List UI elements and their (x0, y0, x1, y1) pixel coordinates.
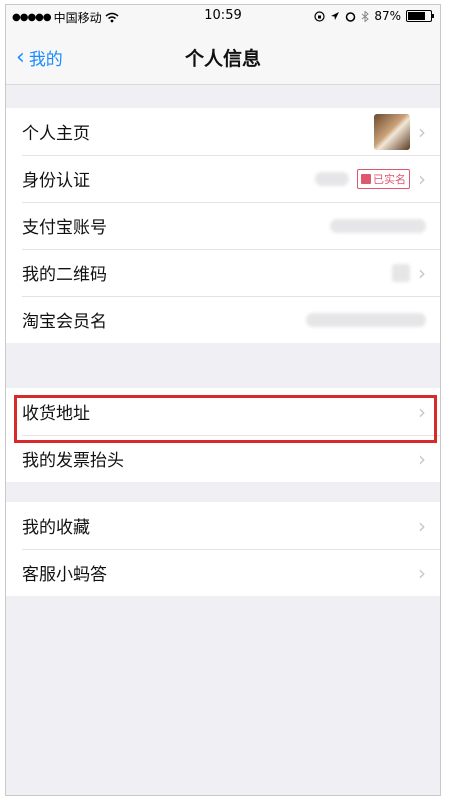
row-label: 我的二维码 (22, 265, 107, 285)
status-right: 87% (314, 9, 434, 23)
chevron-right-icon: › (418, 119, 426, 144)
qr-code-icon (392, 263, 410, 282)
alarm-icon (346, 11, 356, 22)
blurred-value (330, 218, 426, 233)
location-icon (331, 12, 340, 20)
row-label: 支付宝账号 (22, 218, 107, 238)
row-label: 淘宝会员名 (22, 312, 107, 332)
battery-percent: 87% (374, 9, 401, 23)
row-taobao-member-name[interactable]: 淘宝会员名 (6, 296, 440, 343)
lock-rotation-icon (314, 10, 325, 22)
chevron-right-icon: › (418, 446, 426, 471)
row-identity-verification[interactable]: 身份认证 已实名 › (6, 155, 440, 202)
row-personal-homepage[interactable]: 个人主页 › (6, 108, 440, 155)
status-bar: ●●●●● 中国移动 10:59 87% (6, 5, 440, 27)
chevron-right-icon: › (418, 166, 426, 191)
chevron-right-icon: › (418, 260, 426, 285)
chevron-right-icon: › (418, 560, 426, 585)
row-label: 我的收藏 (22, 518, 90, 538)
row-customer-service[interactable]: 客服小蚂答 › (6, 549, 440, 596)
row-label: 个人主页 (22, 124, 90, 144)
highlight-box (14, 395, 437, 443)
blurred-value (315, 171, 349, 186)
profile-group: 个人主页 › 身份认证 已实名 › 支付宝账号 我的二维码 › 淘宝会员名 (6, 108, 440, 343)
row-my-favorites[interactable]: 我的收藏 › (6, 502, 440, 549)
blurred-value (306, 312, 426, 327)
phone-screen: ●●●●● 中国移动 10:59 87% ‹ 我的 个人信息 个人主页 › 身份… (5, 4, 441, 796)
row-alipay-account[interactable]: 支付宝账号 (6, 202, 440, 249)
verified-badge: 已实名 (357, 168, 410, 189)
verified-badge-label: 已实名 (373, 172, 406, 186)
row-label: 客服小蚂答 (22, 565, 107, 585)
verified-icon (361, 173, 371, 184)
navigation-bar: ‹ 我的 个人信息 (6, 27, 440, 85)
row-label: 我的发票抬头 (22, 451, 124, 471)
row-label: 身份认证 (22, 171, 90, 191)
battery-icon (406, 10, 434, 22)
page-title: 个人信息 (184, 48, 261, 70)
avatar (374, 113, 410, 150)
bluetooth-icon (362, 10, 370, 22)
row-my-qr-code[interactable]: 我的二维码 › (6, 249, 440, 296)
misc-group: 我的收藏 › 客服小蚂答 › (6, 502, 440, 596)
chevron-right-icon: › (418, 513, 426, 538)
